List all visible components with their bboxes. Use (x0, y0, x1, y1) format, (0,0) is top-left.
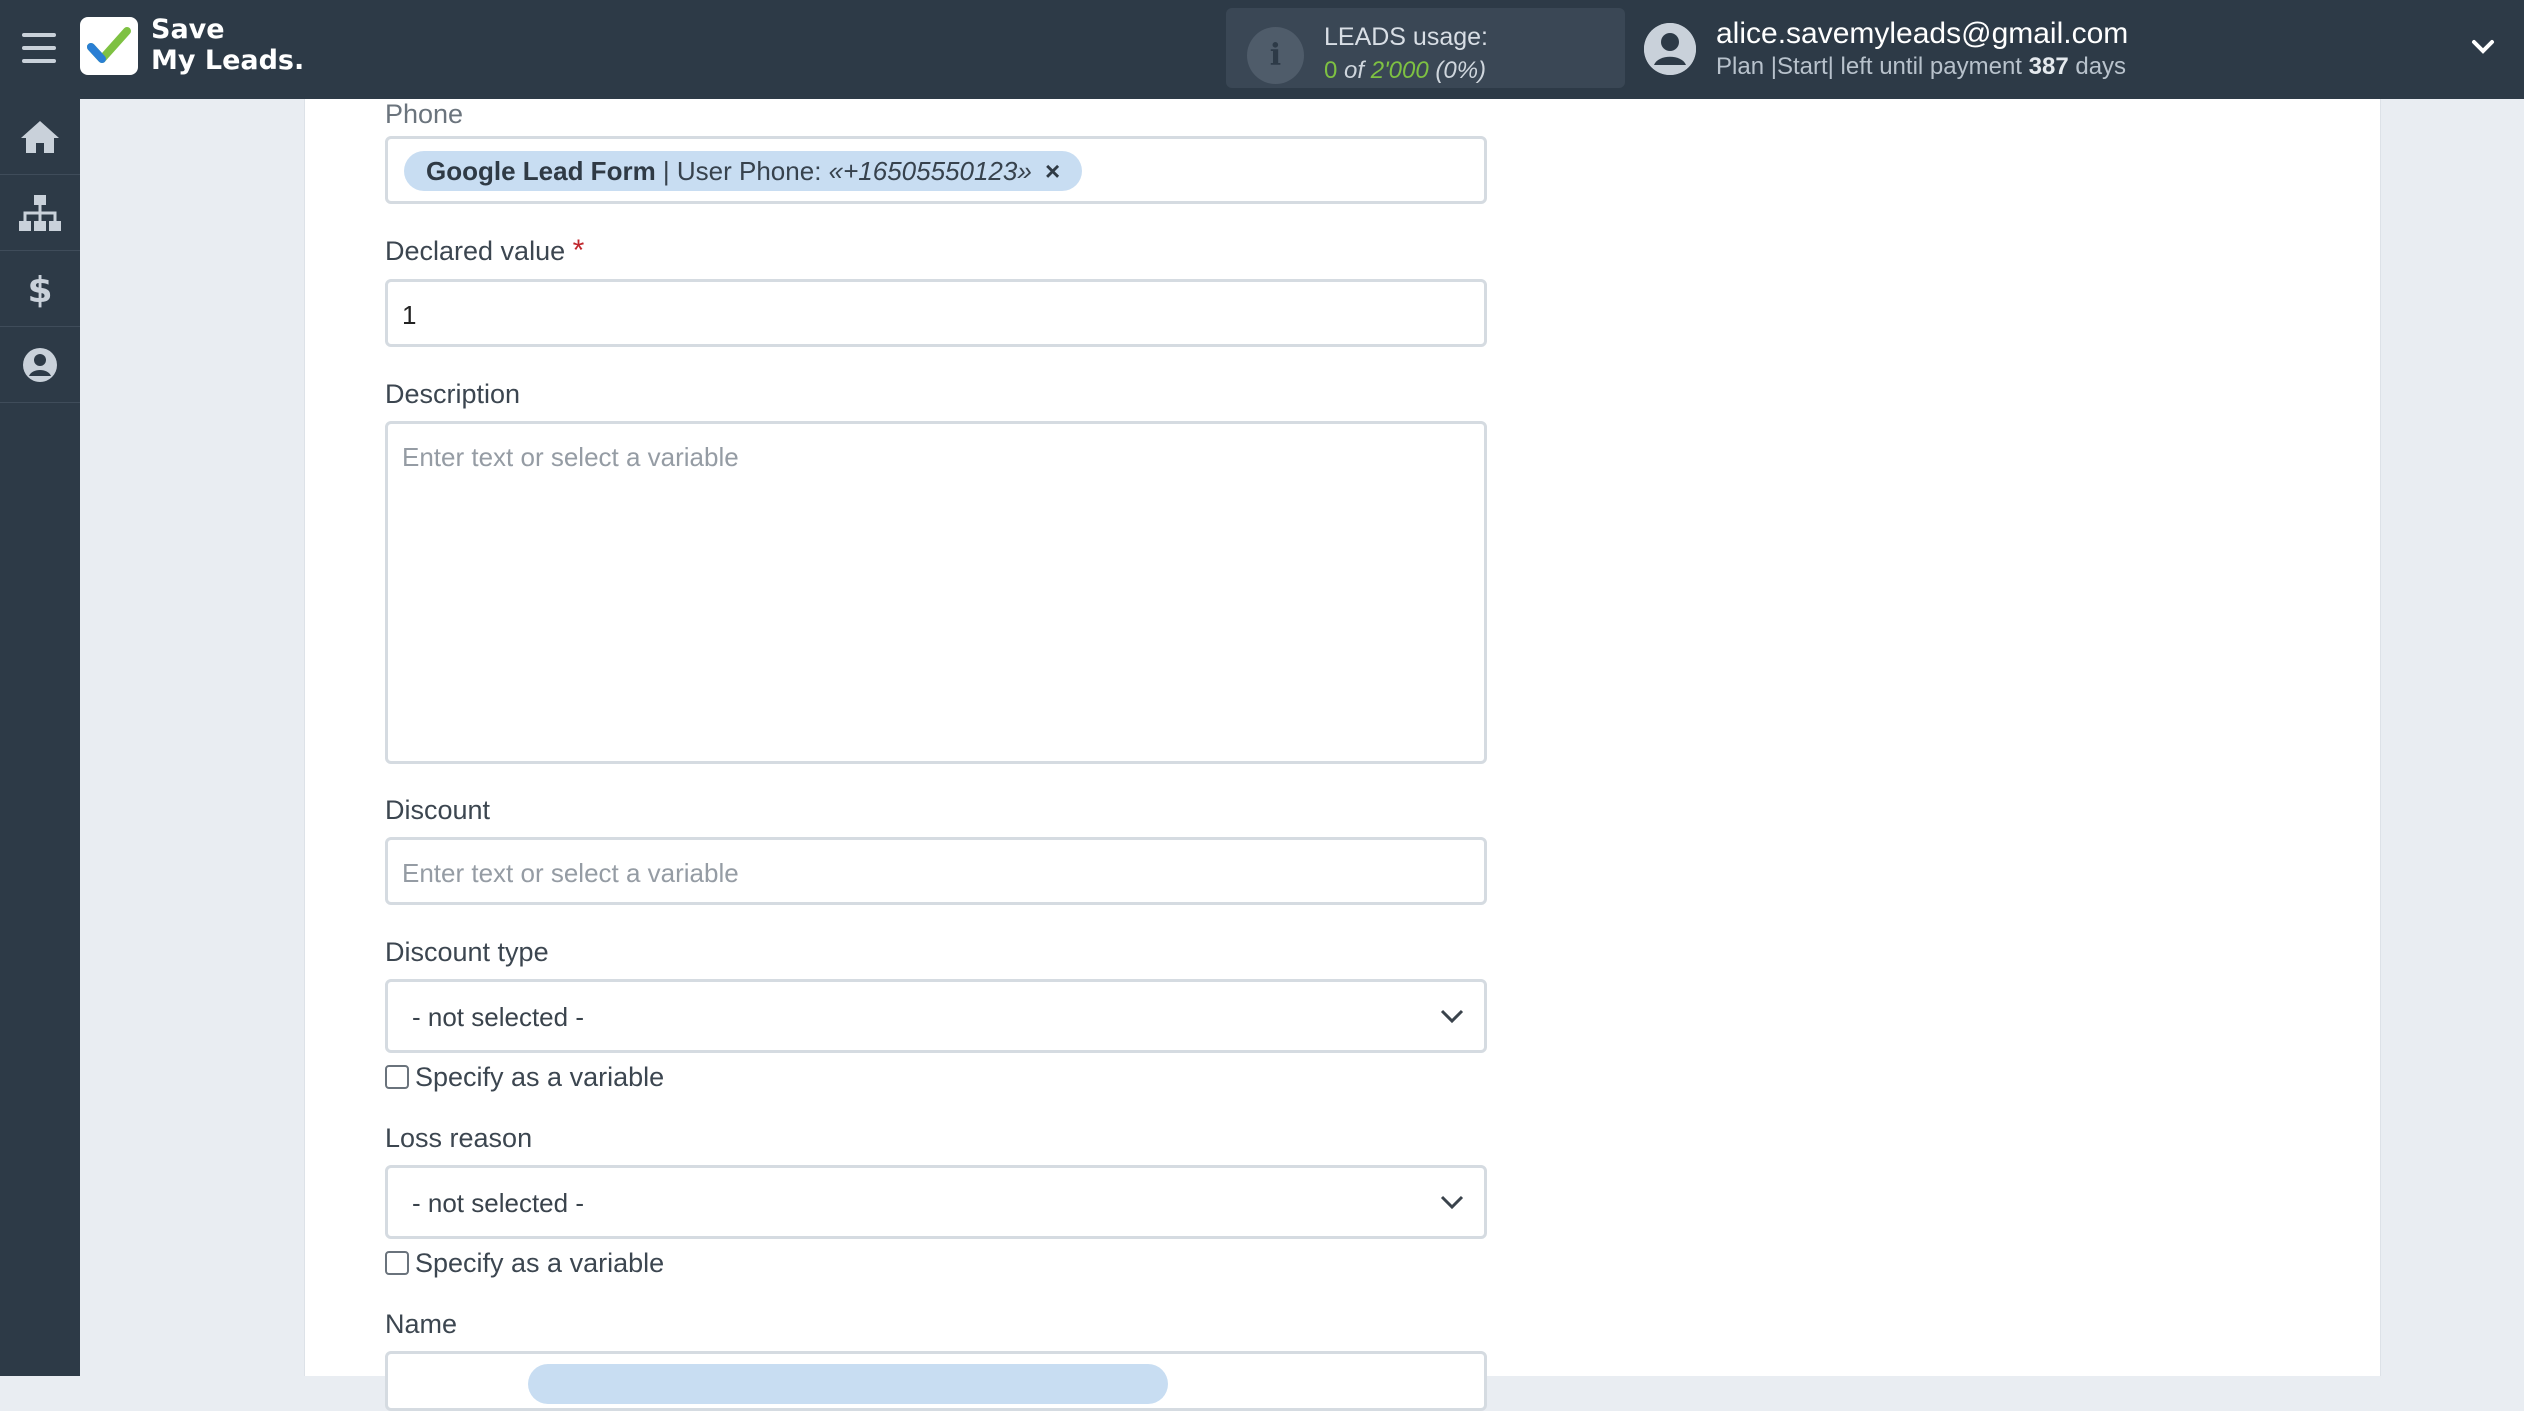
account-plan: Plan |Start| left until payment 387 days (1716, 53, 2126, 81)
phone-variable-tag[interactable]: Google Lead Form | User Phone: «+1650555… (404, 151, 1083, 191)
discount-type-label: Discount type (385, 937, 549, 967)
tag-value: «+16505550123» (828, 156, 1032, 186)
sitemap-icon (19, 194, 61, 231)
chevron-down-icon (1440, 1195, 1464, 1210)
name-field[interactable] (385, 1351, 1487, 1411)
sidebar-item-billing[interactable]: $ (0, 251, 80, 327)
phone-label: Phone (385, 99, 464, 129)
usage-of: of (1344, 57, 1365, 84)
declared-value-label-text: Declared value (385, 236, 566, 266)
chevron-down-icon (1440, 1009, 1464, 1024)
info-icon: i (1247, 27, 1304, 84)
user-icon (23, 347, 57, 382)
discount-input[interactable]: Enter text or select a variable (385, 837, 1487, 905)
checkbox-label: Specify as a variable (415, 1247, 665, 1278)
leads-usage-panel: i LEADS usage: 0 of 2'000 (0%) (1226, 8, 1625, 88)
sidebar-item-home[interactable] (0, 99, 80, 175)
description-placeholder: Enter text or select a variable (402, 442, 739, 472)
discount-type-selected: - not selected - (412, 1002, 584, 1032)
discount-label: Discount (385, 795, 491, 825)
description-textarea[interactable]: Enter text or select a variable (385, 421, 1487, 764)
sidebar-item-account[interactable] (0, 327, 80, 403)
required-mark: * (572, 234, 585, 267)
description-label: Description (385, 379, 521, 409)
svg-text:$: $ (28, 270, 52, 309)
plan-suffix: days (2075, 53, 2127, 80)
tag-separator: | User Phone: (655, 156, 829, 186)
loss-reason-select[interactable]: - not selected - (385, 1165, 1487, 1239)
checkbox[interactable] (385, 1065, 409, 1089)
checkbox[interactable] (385, 1251, 409, 1275)
declared-value-label: Declared value * (385, 234, 584, 268)
main-content: Phone Google Lead Form | User Phone: «+1… (80, 99, 2524, 1411)
discount-placeholder: Enter text or select a variable (402, 858, 739, 888)
tag-remove-icon[interactable]: × (1045, 156, 1060, 186)
plan-prefix: Plan |Start| left until payment (1716, 53, 2022, 80)
name-label: Name (385, 1309, 458, 1339)
loss-reason-label: Loss reason (385, 1123, 533, 1153)
menu-icon[interactable] (22, 33, 56, 63)
logo-line-2: My Leads. (151, 45, 305, 76)
top-bar: Save My Leads. i LEADS usage: 0 of 2'000… (0, 0, 2524, 99)
discount-type-variable-checkbox[interactable]: Specify as a variable (385, 1062, 664, 1092)
logo-text[interactable]: Save My Leads. (151, 14, 304, 76)
plan-days: 387 (2028, 53, 2069, 80)
home-icon (21, 120, 59, 153)
declared-value-input[interactable]: 1 (385, 279, 1487, 347)
account-email[interactable]: alice.savemyleads@gmail.com (1716, 17, 2128, 51)
name-variable-tag[interactable] (528, 1364, 1168, 1404)
sidebar: $ (0, 99, 80, 1376)
logo-icon[interactable] (80, 17, 138, 75)
usage-total: 2'000 (1370, 57, 1429, 84)
account-avatar-icon[interactable] (1644, 23, 1696, 75)
account-chevron-down-icon[interactable] (2470, 34, 2496, 60)
phone-field[interactable]: Google Lead Form | User Phone: «+1650555… (385, 136, 1487, 204)
dollar-icon: $ (28, 270, 52, 309)
tag-source: Google Lead Form (426, 156, 656, 186)
loss-reason-selected: - not selected - (412, 1188, 584, 1218)
declared-value-text: 1 (402, 300, 417, 330)
loss-reason-variable-checkbox[interactable]: Specify as a variable (385, 1248, 664, 1278)
checkbox-label: Specify as a variable (415, 1061, 665, 1092)
logo-line-1: Save (151, 14, 225, 45)
usage-used: 0 (1324, 57, 1338, 84)
discount-type-select[interactable]: - not selected - (385, 979, 1487, 1053)
sidebar-item-connections[interactable] (0, 175, 80, 251)
usage-label: LEADS usage: (1324, 23, 1488, 51)
usage-percent: (0%) (1435, 57, 1487, 84)
usage-value: 0 of 2'000 (0%) (1324, 57, 1486, 85)
